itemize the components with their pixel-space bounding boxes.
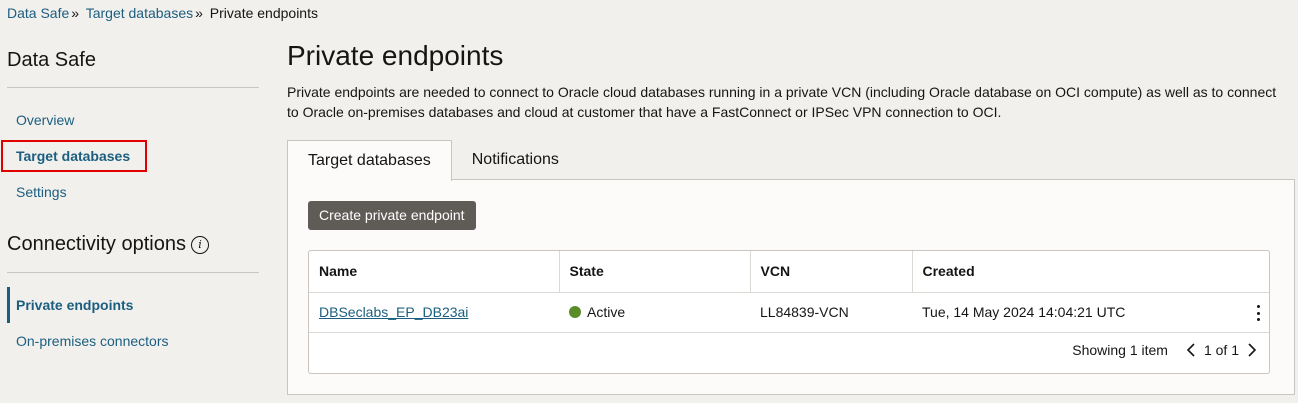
create-private-endpoint-button[interactable]: Create private endpoint [308, 201, 476, 230]
page-indicator: 1 of 1 [1203, 342, 1239, 358]
tab-bar: Target databases Notifications [287, 140, 579, 181]
status-dot-icon [569, 306, 581, 318]
table-header-row: Name State VCN Created [309, 251, 1269, 293]
column-header-vcn[interactable]: VCN [750, 251, 913, 293]
column-header-created[interactable]: Created [912, 251, 1269, 293]
tab-target-databases[interactable]: Target databases [287, 140, 452, 181]
tab-panel: Create private endpoint Name State VCN C… [287, 179, 1295, 395]
breadcrumb-separator: » [71, 5, 80, 21]
chevron-left-icon[interactable] [1184, 342, 1198, 358]
pagination: Showing 1 item 1 of 1 [1072, 342, 1259, 358]
breadcrumb-target-databases[interactable]: Target databases [86, 5, 193, 21]
breadcrumb: Data Safe» Target databases» Private end… [7, 5, 318, 21]
breadcrumb-data-safe[interactable]: Data Safe [7, 5, 69, 21]
tab-notifications[interactable]: Notifications [452, 140, 579, 180]
page-title: Private endpoints [287, 40, 504, 71]
breadcrumb-current: Private endpoints [209, 5, 318, 21]
row-actions-kebab-icon[interactable] [1255, 305, 1261, 321]
sidebar-item-private-endpoints[interactable]: Private endpoints [7, 287, 133, 323]
breadcrumb-separator: » [195, 5, 203, 21]
highlight-annotation-box [1, 140, 147, 172]
sidebar-item-settings[interactable]: Settings [7, 182, 67, 202]
sidebar-title: Data Safe [7, 49, 96, 71]
table-row: DBSeclabs_EP_DB23ai Active LL84839-VCN T… [309, 292, 1269, 333]
info-icon[interactable]: i [190, 235, 209, 254]
column-header-name[interactable]: Name [309, 251, 560, 293]
section-title-label: Connectivity options [7, 233, 186, 255]
sidebar-item-on-premises-connectors[interactable]: On-premises connectors [7, 331, 169, 351]
section-title-connectivity: Connectivity options i [7, 233, 209, 256]
state-value: Active [587, 304, 626, 320]
page-description: Private endpoints are needed to connect … [287, 84, 1277, 120]
chevron-right-icon[interactable] [1245, 342, 1259, 358]
column-header-state[interactable]: State [559, 251, 751, 293]
divider [7, 87, 259, 88]
created-value: Tue, 14 May 2024 14:04:21 UTC [912, 292, 1269, 333]
showing-count: Showing 1 item [1072, 342, 1168, 358]
endpoint-name-link[interactable]: DBSeclabs_EP_DB23ai [319, 304, 468, 320]
endpoints-table: Name State VCN Created DBSeclabs_EP_DB23… [308, 250, 1270, 374]
vcn-value: LL84839-VCN [750, 292, 912, 333]
divider [7, 272, 259, 273]
sidebar-item-overview[interactable]: Overview [7, 110, 74, 130]
